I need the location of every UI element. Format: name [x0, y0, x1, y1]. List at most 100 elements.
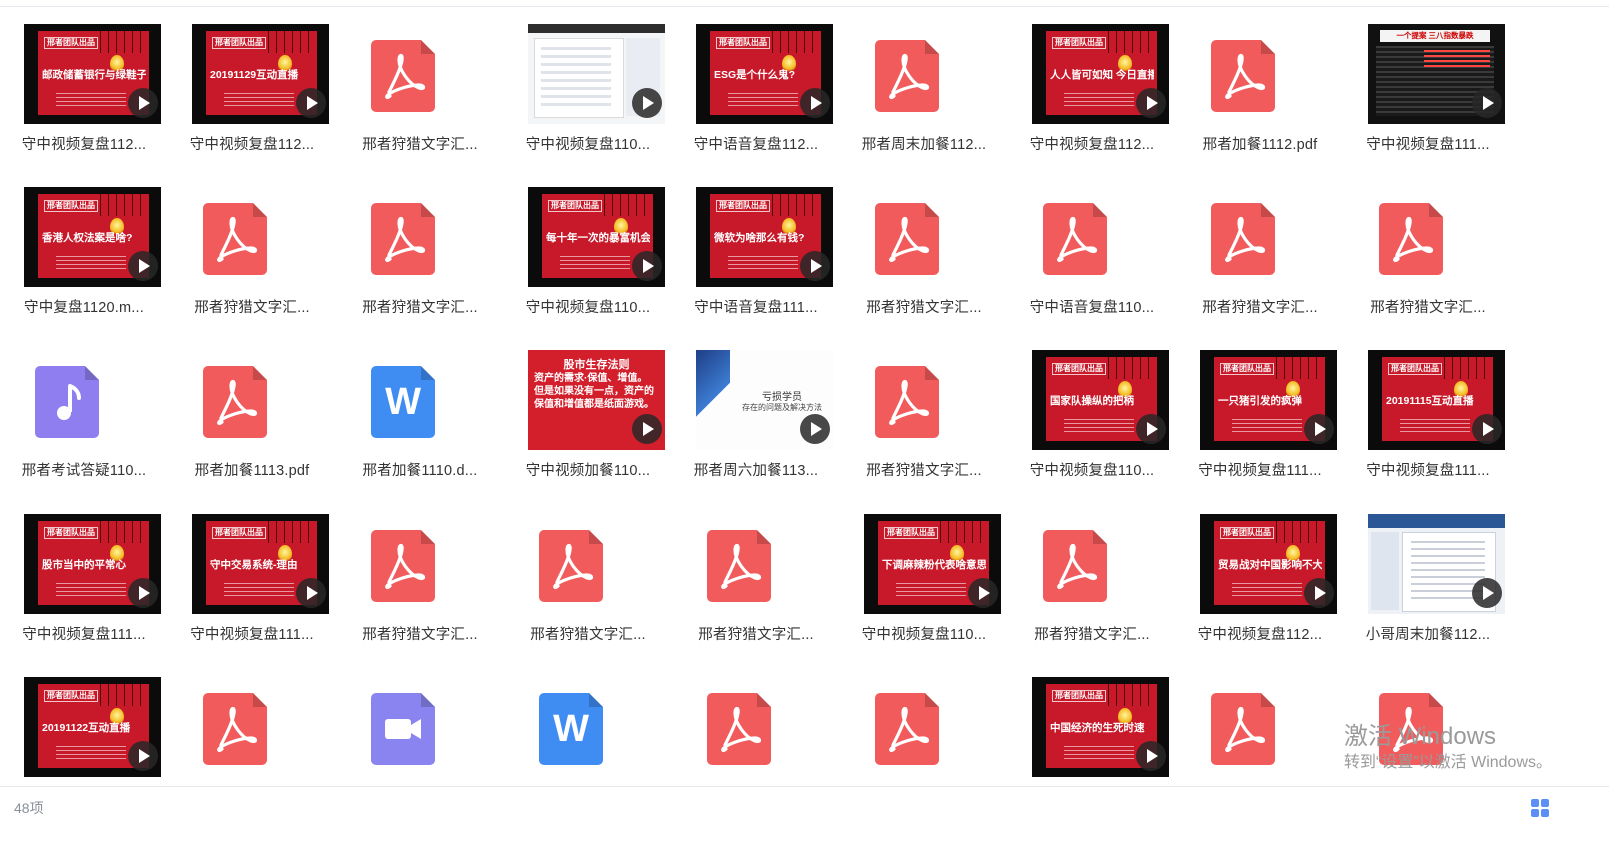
file-name[interactable]: 邢者狩猎文字汇...: [840, 459, 1008, 480]
file-name[interactable]: 守中视频复盘112...: [1176, 623, 1344, 644]
video-thumbnail[interactable]: 邢者团队出品 香港人权法案是啥?: [24, 187, 161, 287]
pdf-file-icon[interactable]: [875, 203, 939, 275]
file-item[interactable]: 邢者狩猎文字汇...: [840, 163, 1008, 326]
play-icon[interactable]: [1472, 88, 1502, 118]
file-item[interactable]: 邢者狩猎文字汇...: [1176, 163, 1344, 326]
pdf-file-icon[interactable]: [1211, 203, 1275, 275]
file-name[interactable]: 守中视频复盘112...: [168, 133, 336, 154]
file-item[interactable]: 邢者团队出品人人皆可如知 今日直播技术详解守中视频复盘112...: [1008, 0, 1176, 163]
file-name[interactable]: 守中视频复盘111...: [1176, 459, 1344, 480]
file-name[interactable]: 邢者狩猎文字汇...: [1008, 623, 1176, 644]
file-item[interactable]: 守中视频复盘110...: [504, 0, 672, 163]
audio-file-icon[interactable]: [35, 366, 99, 438]
video-thumbnail[interactable]: 邢者团队出品 20191122互动直播: [24, 677, 161, 777]
file-name[interactable]: 守中视频复盘111...: [0, 623, 168, 644]
file-item[interactable]: 邢者考试答疑110...: [0, 326, 168, 489]
play-icon[interactable]: [632, 414, 662, 444]
video-thumbnail[interactable]: 亏损学员 存在的问题及解决方法: [696, 350, 833, 450]
file-name[interactable]: 守中视频复盘111...: [1344, 133, 1512, 154]
file-name[interactable]: 邢者加餐1112.pdf: [1176, 133, 1344, 154]
file-item[interactable]: 邢者加餐1112.pdf: [1176, 0, 1344, 163]
video-thumbnail[interactable]: 邢者团队出品 微软为啥那么有钱?: [696, 187, 833, 287]
file-name[interactable]: 守中语音复盘110...: [1008, 296, 1176, 317]
pdf-file-icon[interactable]: [707, 693, 771, 765]
file-name[interactable]: 邢者狩猎文字汇...: [168, 296, 336, 317]
play-icon[interactable]: [1136, 414, 1166, 444]
pdf-file-icon[interactable]: [203, 366, 267, 438]
video-thumbnail[interactable]: 邢者团队出品 中国经济的生死时速: [1032, 677, 1169, 777]
play-icon[interactable]: [128, 741, 158, 771]
file-item[interactable]: 邢者加餐1113.pdf: [168, 326, 336, 489]
file-item[interactable]: 股市生存法则 资产的需求·保值、增值。但是如果没有一点，资产的保值和增值都是纸面游…: [504, 326, 672, 489]
file-name[interactable]: 守中视频复盘110...: [840, 623, 1008, 644]
video-thumbnail[interactable]: 邢者团队出品 贸易战对中国影响不大: [1200, 514, 1337, 614]
file-item[interactable]: 邢者周末加餐112...: [840, 0, 1008, 163]
video-thumbnail[interactable]: 邢者团队出品 邮政储蓄银行与绿鞋子: [24, 24, 161, 124]
pdf-file-icon[interactable]: [371, 203, 435, 275]
file-item[interactable]: 邢者团队出品 20191129互动直播守中视频复盘112...: [168, 0, 336, 163]
file-item[interactable]: 邢者狩猎文字汇...: [504, 490, 672, 653]
play-icon[interactable]: [968, 578, 998, 608]
pdf-file-icon[interactable]: [1043, 203, 1107, 275]
file-name[interactable]: 守中视频复盘111...: [168, 623, 336, 644]
play-icon[interactable]: [128, 251, 158, 281]
video-thumbnail[interactable]: 邢者团队出品 每十年一次的暴富机会: [528, 187, 665, 287]
play-icon[interactable]: [128, 88, 158, 118]
file-item[interactable]: 邢者狩猎文字汇...: [336, 490, 504, 653]
video-thumbnail[interactable]: 股市生存法则 资产的需求·保值、增值。但是如果没有一点，资产的保值和增值都是纸面游…: [528, 350, 665, 450]
file-item[interactable]: 邢者团队出品 邮政储蓄银行与绿鞋子守中视频复盘112...: [0, 0, 168, 163]
video-thumbnail[interactable]: [528, 24, 665, 124]
file-item[interactable]: 守中语音复盘110...: [1008, 163, 1176, 326]
pdf-file-icon[interactable]: [203, 693, 267, 765]
play-icon[interactable]: [800, 251, 830, 281]
pdf-file-icon[interactable]: [539, 530, 603, 602]
file-item[interactable]: 邢者狩猎文字汇...: [336, 0, 504, 163]
file-name[interactable]: 守中视频复盘112...: [1008, 133, 1176, 154]
file-name[interactable]: 守中视频加餐110...: [504, 459, 672, 480]
pdf-file-icon[interactable]: [371, 530, 435, 602]
pdf-file-icon[interactable]: [875, 366, 939, 438]
play-icon[interactable]: [296, 578, 326, 608]
video-thumbnail[interactable]: 邢者团队出品人人皆可如知 今日直播技术详解: [1032, 24, 1169, 124]
pdf-file-icon[interactable]: [1379, 203, 1443, 275]
file-name[interactable]: 邢者考试答疑110...: [0, 459, 168, 480]
file-name[interactable]: 守中视频复盘110...: [504, 296, 672, 317]
file-item[interactable]: 邢者团队出品 股市当中的平常心 守中视频复盘111...: [0, 490, 168, 653]
file-name[interactable]: 邢者狩猎文字汇...: [336, 296, 504, 317]
video-thumbnail[interactable]: 邢者团队出品 守中交易系统-理由: [192, 514, 329, 614]
pdf-file-icon[interactable]: [1043, 530, 1107, 602]
video-thumbnail[interactable]: 邢者团队出品 国家队操纵的把柄: [1032, 350, 1169, 450]
file-item[interactable]: 邢者狩猎文字汇...: [672, 490, 840, 653]
file-name[interactable]: 邢者狩猎文字汇...: [1176, 296, 1344, 317]
file-name[interactable]: 邢者狩猎文字汇...: [504, 623, 672, 644]
video-thumbnail[interactable]: 一个提案 三八指数暴跌: [1368, 24, 1505, 124]
file-name[interactable]: 邢者狩猎文字汇...: [840, 296, 1008, 317]
video-thumbnail[interactable]: 邢者团队出品 ESG是个什么鬼?: [696, 24, 833, 124]
file-item[interactable]: 邢者团队出品 守中交易系统-理由守中视频复盘111...: [168, 490, 336, 653]
file-name[interactable]: 邢者狩猎文字汇...: [336, 133, 504, 154]
file-item[interactable]: 邢者团队出品 微软为啥那么有钱? 守中语音复盘111...: [672, 163, 840, 326]
file-name[interactable]: 守中语音复盘111...: [672, 296, 840, 317]
file-item[interactable]: 邢者狩猎文字汇...: [336, 163, 504, 326]
video-file-icon[interactable]: [371, 693, 435, 765]
file-item[interactable]: 小哥周末加餐112...: [1344, 490, 1512, 653]
file-item[interactable]: 邢者团队出品 国家队操纵的把柄 守中视频复盘110...: [1008, 326, 1176, 489]
file-name[interactable]: 邢者周末加餐112...: [840, 133, 1008, 154]
play-icon[interactable]: [1472, 578, 1502, 608]
file-name[interactable]: 邢者周六加餐113...: [672, 459, 840, 480]
video-thumbnail[interactable]: 邢者团队出品 20191129互动直播: [192, 24, 329, 124]
play-icon[interactable]: [296, 88, 326, 118]
file-name[interactable]: 守中视频复盘112...: [0, 133, 168, 154]
file-item[interactable]: W 邢者加餐1110.d...: [336, 326, 504, 489]
pdf-file-icon[interactable]: [371, 40, 435, 112]
word-file-icon[interactable]: W: [371, 366, 435, 438]
pdf-file-icon[interactable]: [203, 203, 267, 275]
file-name[interactable]: 守中复盘1120.m...: [0, 296, 168, 317]
file-item[interactable]: 邢者团队出品 20191115互动直播 守中视频复盘111...: [1344, 326, 1512, 489]
play-icon[interactable]: [800, 414, 830, 444]
file-name[interactable]: 小哥周末加餐112...: [1344, 623, 1512, 644]
file-name[interactable]: 邢者狩猎文字汇...: [672, 623, 840, 644]
play-icon[interactable]: [800, 88, 830, 118]
file-item[interactable]: 邢者团队出品 下调麻辣粉代表啥意思? 守中视频复盘110...: [840, 490, 1008, 653]
pdf-file-icon[interactable]: [707, 530, 771, 602]
